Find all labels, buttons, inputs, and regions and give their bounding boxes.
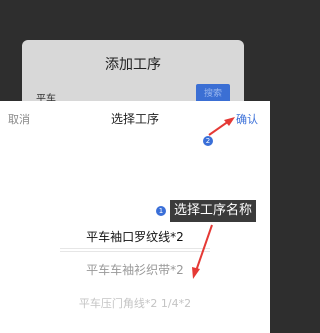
arrow-to-options-icon <box>192 224 213 279</box>
arrow-to-confirm-icon <box>208 117 235 136</box>
dialog-title: 添加工序 <box>105 57 161 73</box>
process-picker-sheet: 取消 选择工序 确认 平车袖口罗纹线*2 平车车袖衫织带*2 平车压门角线*2 … <box>0 101 270 333</box>
annotation-arrows <box>192 117 235 279</box>
background-dialog: 添加工序 平车 搜索 <box>22 40 244 110</box>
